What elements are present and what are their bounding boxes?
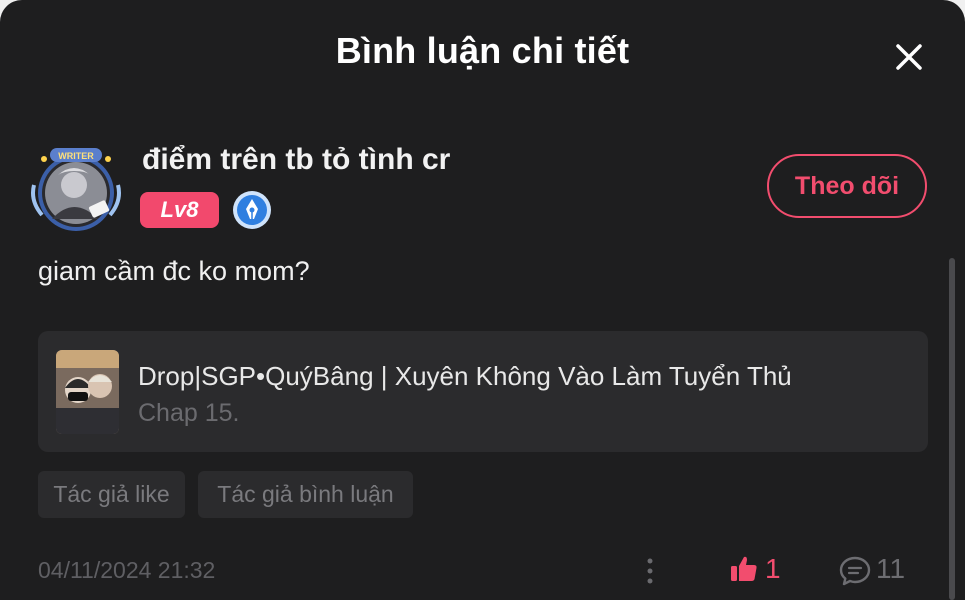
avatar-frame: WRITER — [31, 148, 121, 231]
comment-text: giam cầm đc ko mom? — [38, 256, 310, 286]
page-title: Bình luận chi tiết — [335, 30, 630, 71]
avatar-frame-text: WRITER — [58, 151, 94, 161]
follow-button[interactable]: Theo dõi — [767, 154, 927, 218]
story-card[interactable]: Drop|SGP•QuýBâng | Xuyên Không Vào Làm T… — [38, 331, 928, 452]
close-button[interactable] — [890, 38, 928, 76]
comment-detail-sheet: Bình luận chi tiết WRITER điểm trên tb t… — [0, 0, 965, 600]
story-chapter: Chap 15. — [138, 399, 240, 427]
writer-pen-icon — [232, 190, 272, 230]
avatar[interactable]: WRITER — [28, 145, 124, 235]
story-thumbnail — [56, 350, 119, 434]
more-vertical-icon — [647, 558, 653, 584]
thumbs-up-icon — [731, 556, 757, 581]
reply-count: 11 — [876, 553, 906, 584]
comment-timestamp: 04/11/2024 21:32 — [38, 557, 216, 583]
close-icon — [896, 44, 922, 70]
scrollbar[interactable] — [949, 258, 955, 600]
like-count: 1 — [765, 553, 781, 584]
level-badge: Lv8 — [140, 192, 219, 228]
tag-author-like: Tác giả like — [38, 471, 185, 518]
comment-bubble-icon — [839, 556, 871, 586]
tag-author-comment: Tác giả bình luận — [198, 471, 413, 518]
more-options-button[interactable] — [640, 555, 660, 587]
story-title: Drop|SGP•QuýBâng | Xuyên Không Vào Làm T… — [138, 361, 792, 391]
username[interactable]: điểm trên tb tỏ tình cr — [142, 143, 450, 177]
